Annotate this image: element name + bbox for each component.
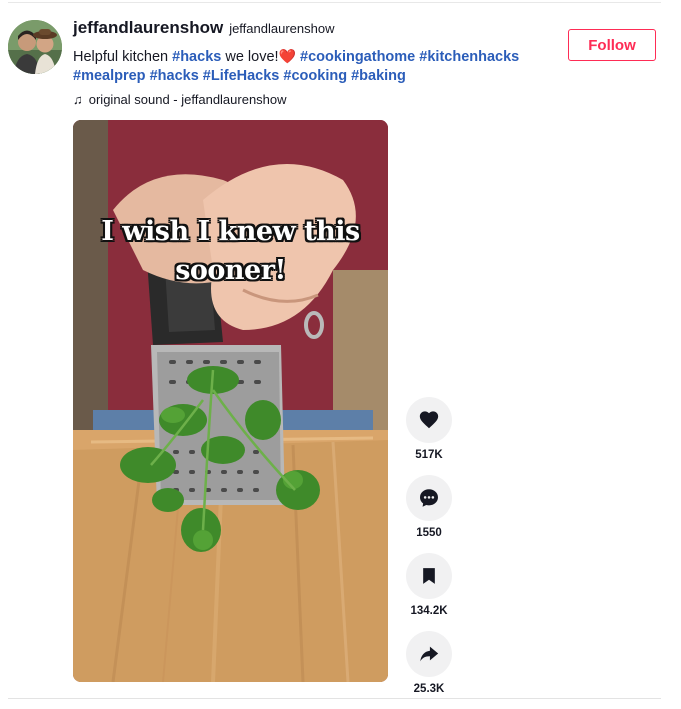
handle-text: jeffandlaurenshow — [229, 21, 335, 36]
overlay-line: sooner! — [175, 255, 286, 286]
bookmark-icon — [423, 568, 435, 584]
video-player[interactable]: I wish I knew this sooner! — [73, 120, 388, 682]
save-button[interactable] — [406, 553, 452, 599]
hashtag-link[interactable]: #mealprep — [73, 68, 146, 84]
overlay-line: I wish I knew this — [101, 216, 360, 247]
caption: Helpful kitchen #hacks we love!❤️ #cooki… — [73, 47, 553, 86]
heart-icon — [419, 411, 439, 429]
comment-count: 1550 — [416, 527, 442, 539]
avatar-photo — [8, 20, 62, 74]
username-link[interactable]: jeffandlaurenshow — [73, 18, 223, 38]
sound-link[interactable]: ♫ original sound - jeffandlaurenshow — [73, 92, 553, 107]
save-action: 134.2K — [405, 553, 453, 619]
like-count: 517K — [415, 449, 443, 461]
save-count: 134.2K — [410, 605, 448, 617]
share-icon — [420, 646, 439, 662]
avatar[interactable] — [8, 20, 62, 74]
hashtag-link[interactable]: #hacks — [150, 68, 199, 84]
caption-text: we love! — [225, 49, 279, 65]
comment-action: 1550 — [405, 475, 453, 541]
post-header: jeffandlaurenshow jeffandlaurenshow Help… — [73, 18, 553, 107]
video-caption-overlay: I wish I knew this sooner! — [73, 212, 388, 290]
hashtag-link[interactable]: #hacks — [172, 49, 221, 65]
like-button[interactable] — [406, 397, 452, 443]
hashtag-link[interactable]: #baking — [351, 68, 406, 84]
like-action: 517K — [405, 397, 453, 463]
share-action: 25.3K — [405, 631, 453, 697]
share-button[interactable] — [406, 631, 452, 677]
top-divider — [8, 2, 661, 3]
sound-label: original sound - jeffandlaurenshow — [88, 92, 287, 107]
music-note-icon: ♫ — [73, 92, 83, 107]
comment-icon — [420, 489, 438, 507]
follow-button[interactable]: Follow — [568, 29, 656, 61]
bottom-divider — [8, 698, 661, 699]
hashtag-link[interactable]: #kitchenhacks — [419, 49, 519, 65]
hashtag-link[interactable]: #LifeHacks — [203, 68, 280, 84]
caption-text: Helpful kitchen — [73, 49, 169, 65]
share-count: 25.3K — [413, 683, 445, 695]
hashtag-link[interactable]: #cooking — [283, 68, 347, 84]
comment-button[interactable] — [406, 475, 452, 521]
action-bar: 517K 1550 134.2K 25.3K — [405, 397, 453, 709]
video-frame — [73, 120, 388, 682]
hashtag-link[interactable]: #cookingathome — [300, 49, 415, 65]
heart-emoji-icon: ❤️ — [278, 48, 296, 64]
